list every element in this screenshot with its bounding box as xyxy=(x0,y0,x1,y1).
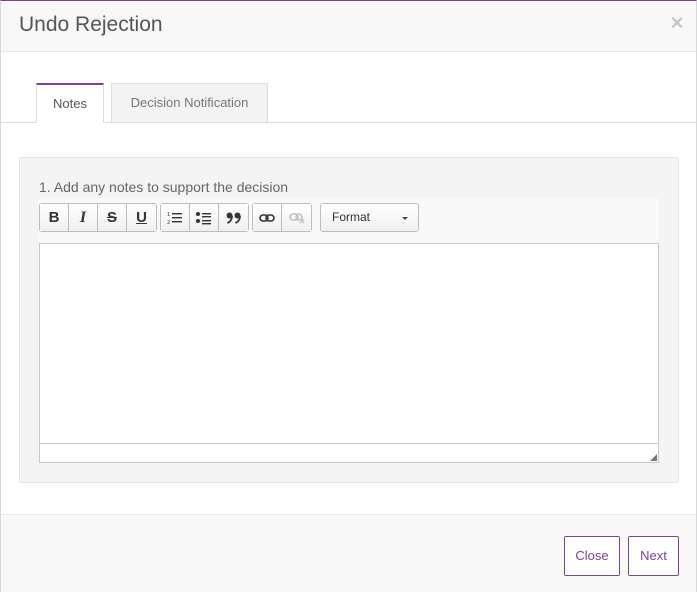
tab-bar: Notes Decision Notification xyxy=(1,83,696,123)
strikethrough-button[interactable]: S xyxy=(98,204,127,231)
bulleted-list-icon xyxy=(196,211,211,224)
bold-button[interactable]: B xyxy=(40,204,69,231)
link-icon xyxy=(259,213,275,222)
text-style-group: B I S U xyxy=(39,203,157,232)
next-button[interactable]: Next xyxy=(628,536,679,576)
numbered-list-button[interactable]: 1 2 xyxy=(161,204,190,231)
numbered-list-icon: 1 2 xyxy=(167,212,182,225)
dialog-header: Undo Rejection × xyxy=(1,1,696,52)
editor-status-bar xyxy=(39,443,659,463)
notes-editor[interactable] xyxy=(39,243,659,444)
dialog-footer: Close Next xyxy=(1,514,696,592)
underline-icon: U xyxy=(136,209,147,226)
link-button[interactable] xyxy=(253,204,282,231)
italic-button[interactable]: I xyxy=(69,204,98,231)
italic-icon: I xyxy=(79,208,87,226)
caret-down-icon xyxy=(402,217,408,220)
format-dropdown[interactable]: Format xyxy=(320,203,419,232)
undo-rejection-dialog: Undo Rejection × Notes Decision Notifica… xyxy=(0,0,697,592)
blockquote-icon xyxy=(226,212,241,224)
bold-icon: B xyxy=(48,209,60,226)
tab-decision-notification[interactable]: Decision Notification xyxy=(111,83,268,122)
unlink-button[interactable] xyxy=(282,204,311,231)
svg-text:2: 2 xyxy=(167,220,170,225)
tab-notes[interactable]: Notes xyxy=(36,83,104,123)
blockquote-button[interactable] xyxy=(219,204,248,231)
underline-button[interactable]: U xyxy=(127,204,156,231)
dialog-title: Undo Rejection xyxy=(19,13,163,36)
unlink-icon xyxy=(288,212,305,224)
list-group: 1 2 xyxy=(160,203,249,232)
notes-panel: 1. Add any notes to support the decision… xyxy=(19,157,679,483)
format-dropdown-value: Format xyxy=(332,210,371,224)
close-icon[interactable]: × xyxy=(667,11,687,35)
resize-grip-icon[interactable] xyxy=(650,454,657,461)
link-group xyxy=(252,203,312,232)
close-button[interactable]: Close xyxy=(564,536,620,576)
bulleted-list-button[interactable] xyxy=(190,204,219,231)
notes-label: 1. Add any notes to support the decision xyxy=(39,179,289,195)
strikethrough-icon: S xyxy=(106,209,117,226)
editor-toolbar: B I S U 1 2 Format xyxy=(39,198,659,243)
svg-text:1: 1 xyxy=(167,212,170,218)
